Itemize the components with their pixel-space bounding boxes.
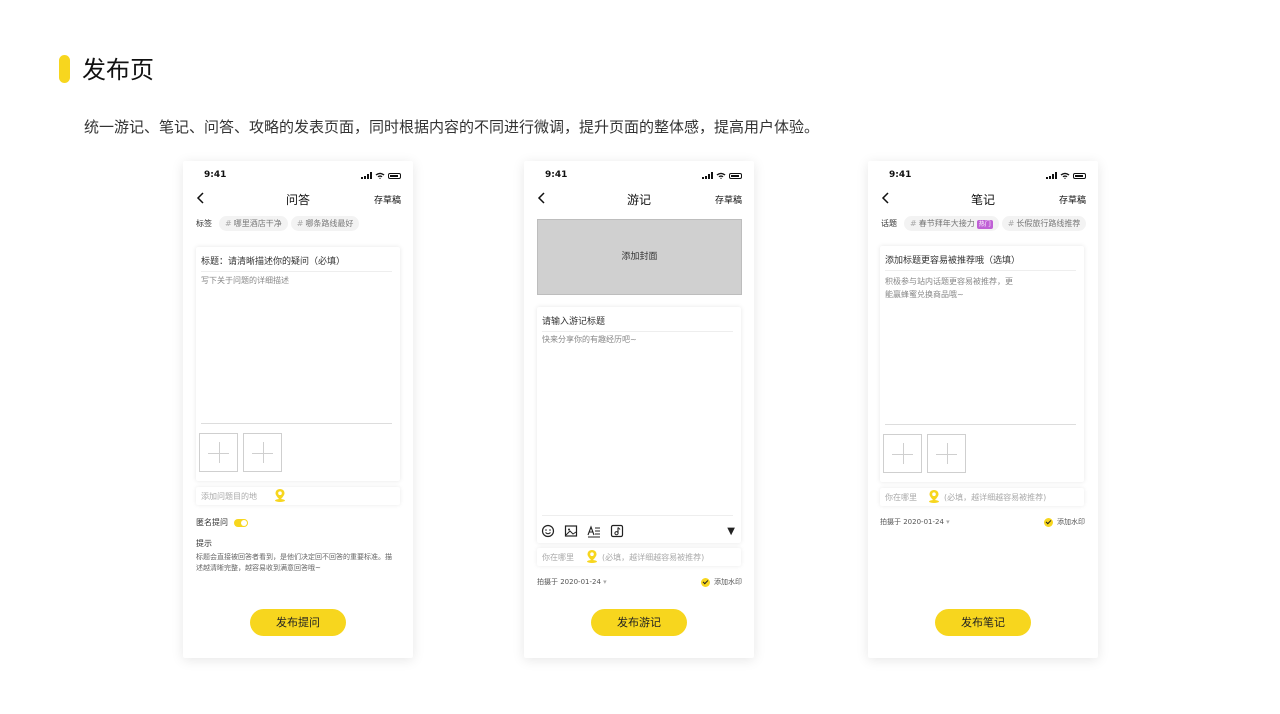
location-pin-icon <box>275 489 285 502</box>
status-bar: 9:41 <box>183 170 413 182</box>
publish-travelogue-button[interactable]: 发布游记 <box>591 609 687 636</box>
location-field[interactable]: 你在哪里 (必填，越详细越容易被推荐) <box>537 548 741 566</box>
add-image-button[interactable] <box>243 433 282 472</box>
phone-qa: 9:41 问答 存草稿 标签 # 哪里酒店干净 # 哪条路线最好 标题：请清晰描述你… <box>183 161 413 658</box>
travelogue-title-input[interactable]: 请输入游记标题 <box>542 314 733 332</box>
location-placeholder: (必填，越详细越容易被推荐) <box>944 493 1047 502</box>
wifi-icon <box>716 172 726 179</box>
location-placeholder: (必填，越详细越容易被推荐) <box>602 553 705 562</box>
shot-date[interactable]: 拍摄于 2020-01-24 ▾ <box>880 517 950 527</box>
question-editor-card: 标题：请清晰描述你的疑问（必填） 写下关于问题的详细描述 <box>196 247 400 481</box>
section-accent-bar <box>59 55 70 83</box>
travelogue-editor-card: 请输入游记标题 快来分享你的有趣经历吧~ ▼ <box>537 307 741 543</box>
save-draft-button[interactable]: 存草稿 <box>1059 193 1086 206</box>
battery-icon <box>388 172 401 179</box>
nav-bar: 问答 存草稿 <box>183 189 413 209</box>
add-image-button[interactable] <box>199 433 238 472</box>
watermark-label: 添加水印 <box>714 578 742 586</box>
signal-icon <box>361 172 372 179</box>
wifi-icon <box>375 172 385 179</box>
music-icon[interactable] <box>610 524 624 538</box>
image-icon[interactable] <box>564 524 578 538</box>
status-time: 9:41 <box>545 170 568 180</box>
tag-row: 标签 # 哪里酒店干净 # 哪条路线最好 <box>196 216 360 231</box>
add-image-button[interactable] <box>883 434 922 473</box>
destination-field[interactable]: 添加问题目的地 <box>196 487 400 505</box>
divider <box>542 515 733 516</box>
emoji-icon[interactable] <box>541 524 555 538</box>
nav-bar: 游记 存草稿 <box>524 189 754 209</box>
check-icon <box>701 577 710 587</box>
location-field[interactable]: 你在哪里 (必填，越详细越容易被推荐) <box>880 488 1084 506</box>
status-time: 9:41 <box>204 170 227 180</box>
wifi-icon <box>1060 172 1070 179</box>
battery-icon <box>729 172 742 179</box>
anonymous-label: 匿名提问 <box>196 518 228 527</box>
collapse-toolbar-icon[interactable]: ▼ <box>727 526 735 537</box>
topic-chip[interactable]: # 春节拜年大接力 热门 <box>904 216 999 231</box>
page-description: 统一游记、笔记、问答、攻略的发表页面，同时根据内容的不同进行微调，提升页面的整体… <box>84 118 820 136</box>
hot-badge: 热门 <box>976 220 993 229</box>
watermark-toggle[interactable]: 添加水印 <box>1044 517 1085 527</box>
note-body-input[interactable]: 积极参与站内话题更容易被推荐，更能赢蜂蜜兑换商品哦~ <box>885 275 1020 301</box>
phone-note: 9:41 笔记 存草稿 话题 # 春节拜年大接力 热门 # 长假旅行路线推荐 添加标题… <box>868 161 1098 658</box>
question-body-input[interactable]: 写下关于问题的详细描述 <box>201 274 390 287</box>
check-icon <box>1044 517 1053 527</box>
publish-note-button[interactable]: 发布笔记 <box>935 609 1031 636</box>
save-draft-button[interactable]: 存草稿 <box>715 193 742 206</box>
signal-icon <box>702 172 713 179</box>
tips-body: 标题会直接被回答者看到，是他们决定回不回答的重要标准。描述越清晰完整，越容易收到… <box>196 553 392 572</box>
anonymous-toggle[interactable] <box>234 518 248 527</box>
travelogue-body-input[interactable]: 快来分享你的有趣经历吧~ <box>542 333 731 346</box>
nav-bar: 笔记 存草稿 <box>868 189 1098 209</box>
shot-date[interactable]: 拍摄于 2020-01-24 ▾ <box>537 577 607 587</box>
add-image-button[interactable] <box>927 434 966 473</box>
add-cover-button[interactable]: 添加封面 <box>537 219 742 295</box>
divider <box>201 423 392 424</box>
publish-question-button[interactable]: 发布提问 <box>250 609 346 636</box>
status-bar: 9:41 <box>524 170 754 182</box>
topic-row: 话题 # 春节拜年大接力 热门 # 长假旅行路线推荐 <box>881 216 1087 231</box>
question-title-input[interactable]: 标题：请清晰描述你的疑问（必填） <box>201 254 392 272</box>
note-editor-card: 添加标题更容易被推荐哦（选填） 积极参与站内话题更容易被推荐，更能赢蜂蜜兑换商品… <box>880 246 1084 482</box>
phone-travelogue: 9:41 游记 存草稿 添加封面 请输入游记标题 快来分享你的有趣经历吧~ ▼ … <box>524 161 754 658</box>
tag-chip[interactable]: # 哪里酒店干净 <box>219 216 288 231</box>
note-title-input[interactable]: 添加标题更容易被推荐哦（选填） <box>885 253 1076 271</box>
topics-label: 话题 <box>881 219 897 228</box>
tips-title: 提示 <box>196 539 212 548</box>
location-pin-icon <box>587 550 597 563</box>
watermark-label: 添加水印 <box>1057 518 1085 526</box>
tags-label: 标签 <box>196 219 212 228</box>
editor-toolbar: ▼ <box>541 523 735 539</box>
watermark-toggle[interactable]: 添加水印 <box>701 577 742 587</box>
text-format-icon[interactable] <box>587 524 601 538</box>
divider <box>885 424 1076 425</box>
tag-chip[interactable]: # 哪条路线最好 <box>290 216 360 231</box>
destination-placeholder: 添加问题目的地 <box>201 492 257 501</box>
anonymous-toggle-row: 匿名提问 <box>196 517 248 528</box>
page-title: 发布页 <box>82 56 154 84</box>
save-draft-button[interactable]: 存草稿 <box>374 193 401 206</box>
status-time: 9:41 <box>889 170 912 180</box>
topic-chip[interactable]: # 长假旅行路线推荐 <box>1001 216 1087 231</box>
location-pin-icon <box>929 490 939 503</box>
battery-icon <box>1073 172 1086 179</box>
location-label: 你在哪里 <box>542 553 574 562</box>
signal-icon <box>1046 172 1057 179</box>
location-label: 你在哪里 <box>885 493 917 502</box>
status-bar: 9:41 <box>868 170 1098 182</box>
